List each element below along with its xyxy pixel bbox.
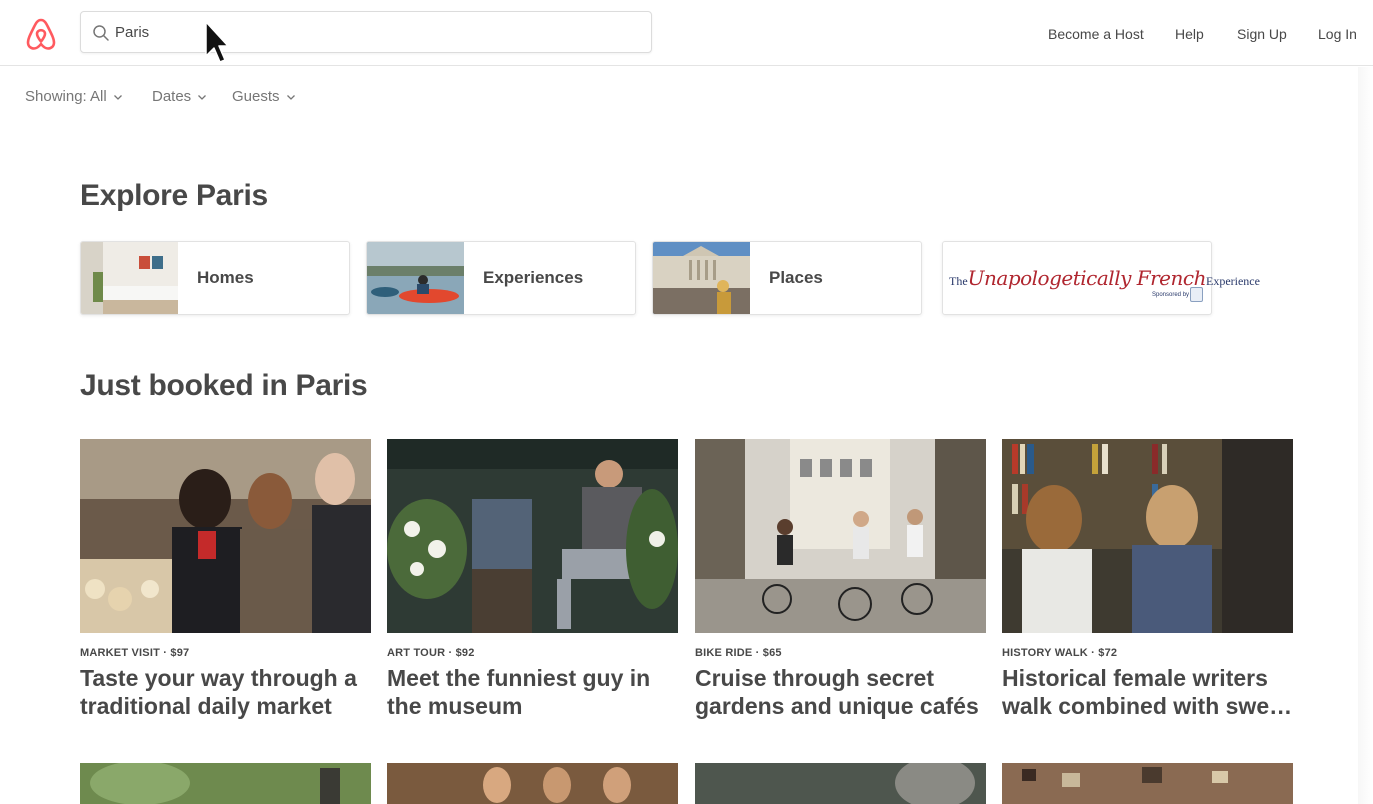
- street-photo: [695, 763, 986, 804]
- chevron-down-icon: [286, 94, 295, 100]
- card-title[interactable]: Cruise through secret gardens and unique…: [695, 664, 986, 720]
- sponsor-badge-icon: [1190, 287, 1203, 302]
- category-experiences[interactable]: Experiences: [366, 241, 636, 315]
- garden-photo: [80, 763, 371, 804]
- search-icon: [93, 25, 109, 41]
- category-homes-label: Homes: [197, 268, 254, 287]
- gallery-wall-photo: [1002, 763, 1293, 804]
- filter-showing[interactable]: Showing: All: [25, 88, 123, 105]
- category-homes[interactable]: Homes: [80, 241, 350, 315]
- category-places-label: Places: [769, 268, 823, 287]
- sponsor-suffix: Experience: [1205, 274, 1260, 288]
- card-title[interactable]: Taste your way through a traditional dai…: [80, 664, 371, 720]
- bike-ride-photo: [695, 439, 986, 633]
- search-input[interactable]: [115, 20, 635, 44]
- mouse-pointer-icon: [205, 21, 228, 63]
- experience-card-photo[interactable]: [1002, 763, 1293, 804]
- card-meta: BIKE RIDE · $65: [695, 647, 782, 659]
- airbnb-logo-icon[interactable]: [25, 17, 57, 51]
- nav-become-host[interactable]: Become a Host: [1048, 26, 1144, 42]
- nav-help[interactable]: Help: [1175, 26, 1204, 42]
- sponsored-by-label: Sponsored by: [1152, 292, 1190, 298]
- homes-photo: [81, 242, 178, 314]
- card-meta: MARKET VISIT · $97: [80, 647, 190, 659]
- sponsor-main-text: Unapologetically French: [967, 266, 1207, 290]
- card-title[interactable]: Meet the funniest guy in the museum: [387, 664, 678, 720]
- search-box[interactable]: [80, 11, 652, 53]
- nav-sign-up[interactable]: Sign Up: [1237, 26, 1287, 42]
- experiences-photo: [367, 242, 464, 314]
- category-experiences-label: Experiences: [483, 268, 584, 287]
- sponsor-prefix: The: [949, 274, 968, 288]
- card-meta: HISTORY WALK · $72: [1002, 647, 1118, 659]
- art-tour-photo: [387, 439, 678, 633]
- places-photo: [653, 242, 750, 314]
- dinner-photo: [387, 763, 678, 804]
- just-booked-title: Just booked in Paris: [80, 369, 368, 402]
- filter-showing-label: Showing: All: [25, 88, 107, 105]
- explore-title: Explore Paris: [80, 179, 268, 212]
- filter-guests-label: Guests: [232, 88, 280, 105]
- category-places[interactable]: Places: [652, 241, 922, 315]
- history-walk-photo: [1002, 439, 1293, 633]
- chevron-down-icon: [198, 94, 207, 100]
- filter-dates-label: Dates: [152, 88, 192, 105]
- experience-card-photo[interactable]: [387, 763, 678, 804]
- nav-log-in[interactable]: Log In: [1318, 26, 1357, 42]
- card-meta: ART TOUR · $92: [387, 647, 475, 659]
- market-visit-photo: [80, 439, 371, 633]
- filter-dates[interactable]: Dates: [152, 88, 207, 105]
- experience-card-photo[interactable]: [695, 763, 986, 804]
- chevron-down-icon: [113, 94, 122, 100]
- sponsored-wordmark: TheUnapologetically FrenchExperience: [949, 266, 1260, 306]
- scrollbar[interactable]: [1358, 67, 1373, 804]
- sponsored-experience-tile[interactable]: TheUnapologetically FrenchExperience: [942, 241, 1260, 315]
- card-title[interactable]: Historical female writers walk combined …: [1002, 664, 1293, 720]
- experience-card-photo[interactable]: [80, 763, 371, 804]
- filter-guests[interactable]: Guests: [232, 88, 296, 105]
